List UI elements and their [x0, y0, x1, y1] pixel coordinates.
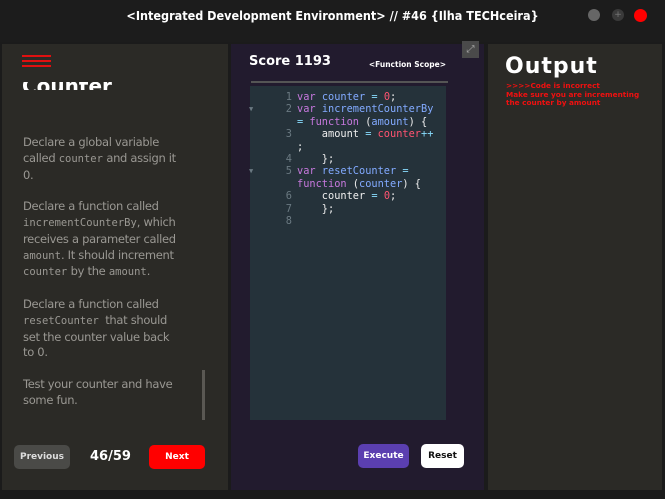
code-line: 6 counter = 0;	[250, 190, 446, 202]
code-token: ;	[390, 190, 397, 203]
expand-icon[interactable]: ⤢	[462, 41, 479, 58]
code-line: ;	[250, 141, 446, 153]
line-number	[250, 141, 297, 153]
title-bar: <Integrated Development Environment> // …	[0, 0, 665, 42]
scrollbar[interactable]	[202, 370, 205, 420]
instruction-paragraph: Declare a function called incrementCount…	[23, 199, 176, 279]
code-token: function	[309, 115, 366, 128]
code-token: =	[371, 190, 384, 203]
code-token: ;	[390, 91, 397, 103]
code-token: counter	[377, 128, 422, 141]
inline-code: resetCounter	[23, 314, 106, 327]
line-number	[250, 178, 297, 190]
previous-button[interactable]: Previous	[14, 445, 70, 469]
code-token: ) {	[402, 177, 422, 190]
inline-code: amount	[23, 249, 61, 262]
code-token: =	[396, 165, 409, 178]
close-button[interactable]	[634, 9, 647, 22]
reset-button[interactable]: Reset	[421, 444, 464, 468]
next-button[interactable]: Next	[149, 445, 205, 469]
output-panel: Output >>>>Code is incorrect Make sure y…	[488, 44, 662, 490]
code-token: resetCounter	[321, 165, 397, 178]
code-token: var	[297, 165, 322, 178]
menu-icon[interactable]	[22, 55, 51, 70]
inline-code: incrementCounterBy	[23, 216, 137, 229]
code-token: };	[297, 202, 335, 215]
instruction-paragraph: Declare a global variable called counter…	[23, 135, 176, 182]
code-token: };	[297, 153, 335, 166]
instruction-paragraph: Test your counter and have some fun.	[23, 376, 173, 407]
line-number	[250, 116, 297, 128]
inline-code: counter	[58, 152, 103, 165]
code-token: ;	[297, 140, 304, 153]
code-token: function	[297, 177, 353, 190]
code-token: ++	[421, 128, 434, 141]
lesson-progress: 46/59	[90, 449, 131, 464]
inline-code: amount	[108, 266, 147, 279]
line-number: 2 ▼	[249, 103, 292, 116]
instruction-paragraph: Declare a function called resetCounter t…	[23, 296, 170, 360]
code-line: 1 var counter = 0;	[250, 91, 446, 103]
fold-arrow-icon[interactable]: ▼	[249, 165, 253, 177]
inline-code: counter	[23, 266, 68, 279]
code-token: amount	[297, 128, 366, 141]
code-token: var	[297, 103, 322, 116]
code-token: counter	[297, 190, 372, 203]
line-number: 8	[285, 215, 292, 228]
line-number: 5 ▼	[249, 165, 292, 178]
editor-panel: Score 1193 <Function Scope> ⤢ 1 var count…	[231, 41, 484, 490]
minimize-button[interactable]	[588, 9, 600, 21]
code-token: counter	[321, 91, 366, 103]
maximize-button[interactable]: +	[612, 9, 624, 21]
code-token: incrementCounterBy	[321, 103, 434, 116]
code-line: 2 ▼ var incrementCounterBy	[249, 103, 446, 116]
fold-arrow-icon[interactable]: ▼	[249, 103, 253, 115]
code-token: =	[365, 128, 378, 141]
lesson-heading: Counter	[22, 82, 112, 90]
output-title: Output	[505, 54, 598, 79]
line-number: 1	[285, 91, 292, 103]
divider	[251, 81, 448, 83]
scope-label: <Function Scope>	[368, 60, 446, 69]
code-line: function (counter) {	[250, 178, 446, 190]
code-token: =	[365, 91, 384, 103]
code-token: ) {	[408, 115, 428, 128]
code-token: =	[297, 115, 310, 128]
line-number: 4	[285, 153, 292, 166]
code-editor[interactable]: 1 var counter = 0; 2 ▼ var incrementCounterB…	[249, 86, 446, 420]
code-token: amount	[371, 115, 409, 128]
line-number: 6	[285, 190, 292, 203]
instructions-text: Declare a global variable called counter…	[23, 135, 183, 424]
code-line: = function (amount) {	[250, 116, 446, 128]
code-line: 8	[250, 215, 446, 227]
code-token: var	[297, 91, 322, 103]
code-line: 3 amount = counter++	[250, 128, 446, 140]
output-messages: >>>>Code is incorrect Make sure you are …	[506, 81, 639, 108]
output-line: the counter by amount	[506, 98, 601, 107]
score: Score 1193	[249, 54, 331, 69]
code-line: 5 ▼ var resetCounter =	[249, 165, 446, 178]
line-number: 3	[285, 128, 292, 141]
instructions-panel: Counter Declare a global variable called…	[2, 44, 228, 490]
window-title: <Integrated Development Environment> // …	[126, 8, 539, 23]
code-token: counter	[359, 177, 403, 190]
code-line: 7 };	[250, 203, 446, 215]
code-line: 4 };	[250, 153, 446, 165]
line-number: 7	[285, 202, 292, 215]
execute-button[interactable]: Execute	[358, 444, 409, 468]
